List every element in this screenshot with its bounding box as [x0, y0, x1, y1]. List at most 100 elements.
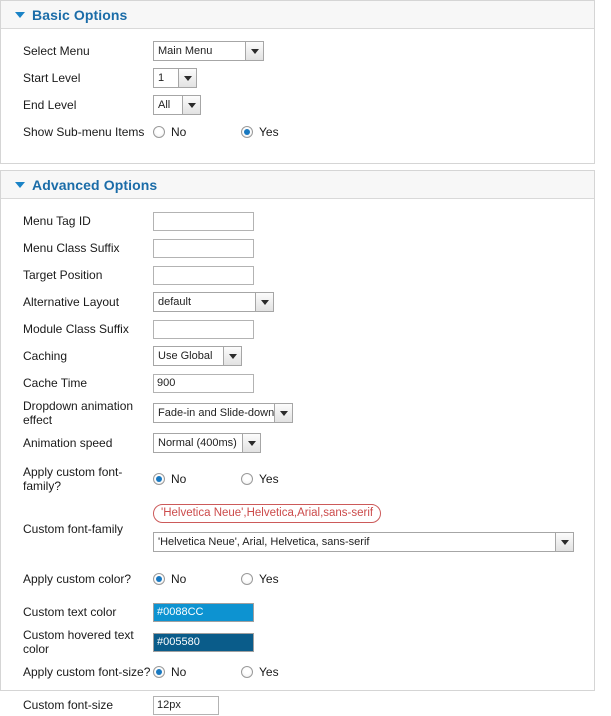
radio-label: No	[171, 572, 186, 586]
row-select-menu: Select Menu Main Menu	[1, 40, 594, 62]
start-level-label: Start Level	[1, 71, 153, 85]
custom-font-family-value: 'Helvetica Neue', Arial, Helvetica, sans…	[154, 533, 555, 551]
end-level-label: End Level	[1, 98, 153, 112]
chevron-down-icon[interactable]	[274, 404, 292, 422]
menu-tag-id-label: Menu Tag ID	[1, 214, 153, 228]
target-position-label: Target Position	[1, 268, 153, 282]
select-menu-dropdown[interactable]: Main Menu	[153, 41, 264, 61]
apply-custom-font-family-radio-no[interactable]: No	[153, 472, 241, 486]
advanced-options-title: Advanced Options	[32, 177, 157, 193]
row-custom-font-family: Custom font-family 'Helvetica Neue',Helv…	[1, 504, 594, 552]
menu-tag-id-input[interactable]	[153, 212, 254, 231]
row-apply-custom-color: Apply custom color? No Yes	[1, 568, 594, 590]
chevron-down-icon[interactable]	[223, 347, 241, 365]
custom-hovered-text-color-input[interactable]	[153, 633, 254, 652]
apply-custom-font-size-label: Apply custom font-size?	[1, 665, 153, 679]
apply-custom-font-size-radio-yes[interactable]: Yes	[241, 665, 279, 679]
end-level-value: All	[154, 96, 182, 114]
chevron-down-icon[interactable]	[182, 96, 200, 114]
radio-label: Yes	[259, 665, 279, 679]
row-menu-tag-id: Menu Tag ID	[1, 210, 594, 232]
custom-font-family-label: Custom font-family	[1, 504, 153, 536]
caching-dropdown[interactable]: Use Global	[153, 346, 242, 366]
chevron-down-icon[interactable]	[242, 434, 260, 452]
start-level-value: 1	[154, 69, 178, 87]
radio-icon[interactable]	[241, 473, 253, 485]
start-level-dropdown[interactable]: 1	[153, 68, 197, 88]
radio-icon[interactable]	[153, 126, 165, 138]
alternative-layout-label: Alternative Layout	[1, 295, 153, 309]
radio-icon-selected[interactable]	[153, 573, 165, 585]
row-start-level: Start Level 1	[1, 67, 594, 89]
radio-icon[interactable]	[241, 573, 253, 585]
alternative-layout-dropdown[interactable]: default	[153, 292, 274, 312]
apply-custom-font-size-radio-group: No Yes	[153, 665, 279, 679]
custom-font-family-dropdown[interactable]: 'Helvetica Neue', Arial, Helvetica, sans…	[153, 532, 574, 552]
chevron-down-icon[interactable]	[245, 42, 263, 60]
basic-options-header[interactable]: Basic Options	[1, 1, 594, 29]
apply-custom-font-family-label: Apply custom font-family?	[1, 465, 153, 493]
radio-label: No	[171, 472, 186, 486]
radio-icon-selected[interactable]	[241, 126, 253, 138]
chevron-down-icon[interactable]	[178, 69, 196, 87]
row-animation-speed: Animation speed Normal (400ms)	[1, 432, 594, 454]
basic-options-body: Select Menu Main Menu Start Level 1 End …	[1, 29, 594, 143]
apply-custom-color-label: Apply custom color?	[1, 572, 153, 586]
row-custom-font-size: Custom font-size	[1, 694, 594, 716]
row-apply-custom-font-family: Apply custom font-family? No Yes	[1, 465, 594, 493]
menu-class-suffix-label: Menu Class Suffix	[1, 241, 153, 255]
select-menu-label: Select Menu	[1, 44, 153, 58]
alternative-layout-value: default	[154, 293, 255, 311]
custom-font-family-token[interactable]: 'Helvetica Neue',Helvetica,Arial,sans-se…	[153, 504, 381, 523]
animation-speed-value: Normal (400ms)	[154, 434, 242, 452]
radio-label: Yes	[259, 125, 279, 139]
row-module-class-suffix: Module Class Suffix	[1, 318, 594, 340]
dropdown-animation-effect-value: Fade-in and Slide-down	[154, 404, 274, 422]
row-apply-custom-font-size: Apply custom font-size? No Yes	[1, 661, 594, 683]
chevron-down-icon	[15, 12, 25, 18]
caching-value: Use Global	[154, 347, 223, 365]
row-custom-hovered-text-color: Custom hovered text color	[1, 628, 594, 656]
dropdown-animation-effect-label: Dropdown animation effect	[1, 399, 153, 427]
custom-text-color-input[interactable]	[153, 603, 254, 622]
chevron-down-icon[interactable]	[255, 293, 273, 311]
select-menu-value: Main Menu	[154, 42, 245, 60]
dropdown-animation-effect-dropdown[interactable]: Fade-in and Slide-down	[153, 403, 293, 423]
target-position-input[interactable]	[153, 266, 254, 285]
cache-time-input[interactable]	[153, 374, 254, 393]
end-level-dropdown[interactable]: All	[153, 95, 201, 115]
radio-label: No	[171, 125, 186, 139]
custom-hovered-text-color-label: Custom hovered text color	[1, 628, 153, 656]
row-custom-text-color: Custom text color	[1, 601, 594, 623]
apply-custom-color-radio-no[interactable]: No	[153, 572, 241, 586]
custom-font-family-token-field[interactable]: 'Helvetica Neue',Helvetica,Arial,sans-se…	[153, 504, 403, 523]
row-caching: Caching Use Global	[1, 345, 594, 367]
animation-speed-dropdown[interactable]: Normal (400ms)	[153, 433, 261, 453]
row-alternative-layout: Alternative Layout default	[1, 291, 594, 313]
custom-text-color-label: Custom text color	[1, 605, 153, 619]
radio-label: Yes	[259, 472, 279, 486]
row-cache-time: Cache Time	[1, 372, 594, 394]
row-dropdown-animation-effect: Dropdown animation effect Fade-in and Sl…	[1, 399, 594, 427]
show-submenu-items-radio-no[interactable]: No	[153, 125, 241, 139]
module-class-suffix-input[interactable]	[153, 320, 254, 339]
custom-font-size-input[interactable]	[153, 696, 219, 715]
row-show-submenu-items: Show Sub-menu Items No Yes	[1, 121, 594, 143]
apply-custom-color-radio-yes[interactable]: Yes	[241, 572, 279, 586]
row-menu-class-suffix: Menu Class Suffix	[1, 237, 594, 259]
advanced-options-header[interactable]: Advanced Options	[1, 171, 594, 199]
row-target-position: Target Position	[1, 264, 594, 286]
chevron-down-icon[interactable]	[555, 533, 573, 551]
chevron-down-icon	[15, 182, 25, 188]
radio-icon[interactable]	[241, 666, 253, 678]
apply-custom-font-family-radio-yes[interactable]: Yes	[241, 472, 279, 486]
show-submenu-items-radio-group: No Yes	[153, 125, 279, 139]
cache-time-label: Cache Time	[1, 376, 153, 390]
caching-label: Caching	[1, 349, 153, 363]
module-class-suffix-label: Module Class Suffix	[1, 322, 153, 336]
menu-class-suffix-input[interactable]	[153, 239, 254, 258]
show-submenu-items-radio-yes[interactable]: Yes	[241, 125, 279, 139]
apply-custom-font-size-radio-no[interactable]: No	[153, 665, 241, 679]
radio-icon-selected[interactable]	[153, 473, 165, 485]
radio-icon-selected[interactable]	[153, 666, 165, 678]
